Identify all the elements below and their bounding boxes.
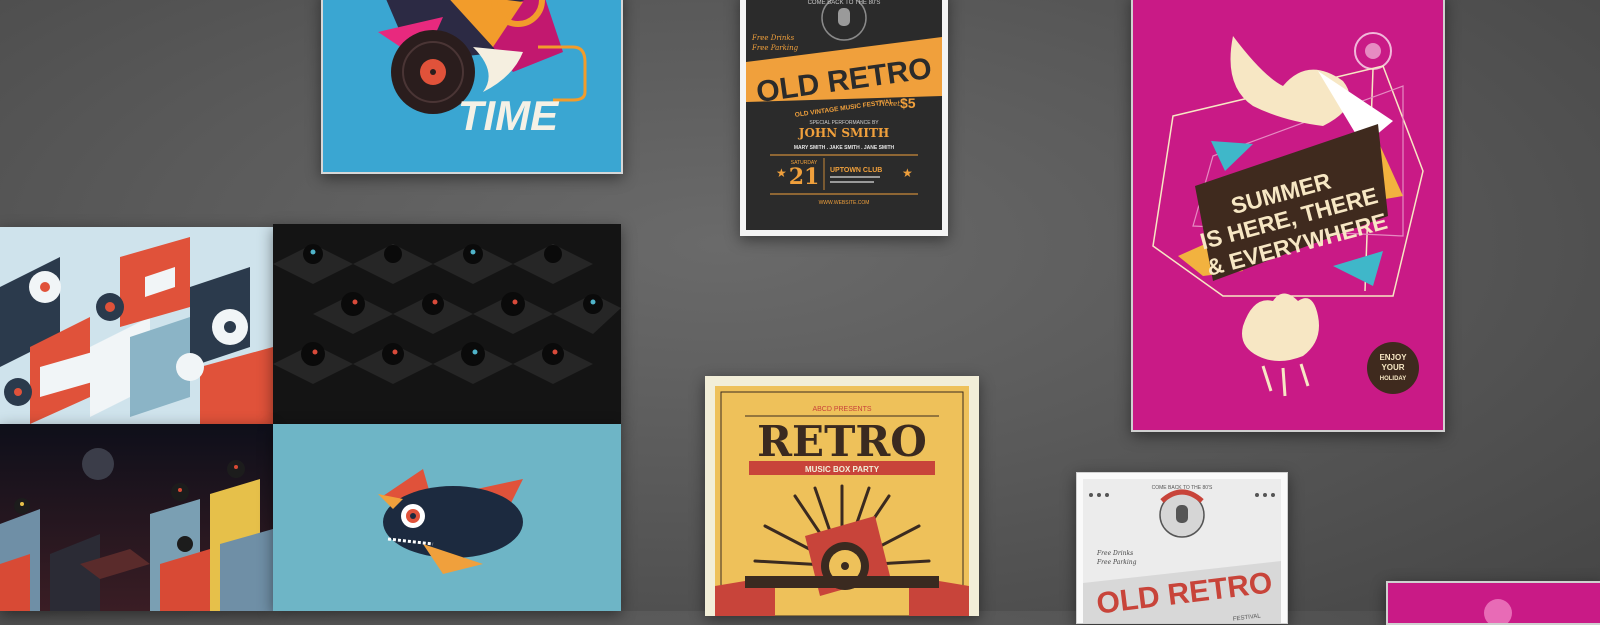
time-poster[interactable]: TIME xyxy=(321,0,623,174)
old-retro-poster-art: COME BACK TO THE 80'S Free Drinks Free P… xyxy=(746,0,942,230)
venue-text: UPTOWN CLUB xyxy=(830,167,882,174)
isometric-robots-dark[interactable] xyxy=(273,224,621,424)
flying-fish-art xyxy=(273,424,621,611)
presenter-text: ABCD PRESENTS xyxy=(812,406,871,413)
badge-line2: YOUR xyxy=(1381,363,1404,372)
night-cityscape-robots-art xyxy=(0,424,273,611)
retro-subtitle: MUSIC BOX PARTY xyxy=(805,465,880,474)
isometric-robots-dark-art xyxy=(273,224,621,424)
old-retro-arc-text: COME BACK TO THE 80'S xyxy=(808,0,881,6)
retro-title: RETRO xyxy=(757,417,927,466)
website-text: WWW.WEBSITE.COM xyxy=(819,200,870,206)
old-retro-poster-grey[interactable]: COME BACK TO THE 80'S Free Drinks Free P… xyxy=(1076,472,1288,624)
partial-magenta-card-art xyxy=(1388,583,1600,623)
time-poster-art: TIME xyxy=(323,0,621,172)
free-drinks-text: Free Drinks xyxy=(751,34,795,42)
grey-free-parking: Free Parking xyxy=(1096,559,1137,566)
headliner-name: JOHN SMITH xyxy=(798,126,889,140)
star-right-icon: ★ xyxy=(902,166,913,180)
grey-free-drinks: Free Drinks xyxy=(1096,550,1133,557)
summer-poster-art: SUMMER IS HERE, THERE & EVERYWHERE ENJOY… xyxy=(1133,0,1443,430)
ticket-price: $5 xyxy=(900,95,916,111)
support-acts: MARY SMITH . JAKE SMITH . JANE SMITH xyxy=(794,145,895,151)
isometric-robots-light[interactable] xyxy=(0,227,273,424)
partial-magenta-card[interactable] xyxy=(1386,581,1600,625)
badge-line3: HOLIDAY xyxy=(1380,376,1406,382)
night-cityscape-robots[interactable] xyxy=(0,424,273,611)
star-left-icon: ★ xyxy=(776,166,787,180)
date-number: 21 xyxy=(789,164,820,190)
old-retro-poster-grey-art: COME BACK TO THE 80'S Free Drinks Free P… xyxy=(1083,479,1281,623)
grey-arc-text: COME BACK TO THE 80'S xyxy=(1152,485,1213,491)
summer-poster[interactable]: SUMMER IS HERE, THERE & EVERYWHERE ENJOY… xyxy=(1131,0,1445,432)
retro-music-box-poster-art: ABCD PRESENTS RETRO MUSIC BOX PARTY xyxy=(715,386,969,616)
free-parking-text: Free Parking xyxy=(751,44,799,52)
badge-line1: ENJOY xyxy=(1379,353,1407,362)
time-headline: TIME xyxy=(458,92,560,139)
old-retro-poster[interactable]: COME BACK TO THE 80'S Free Drinks Free P… xyxy=(740,0,948,236)
isometric-robots-light-art xyxy=(0,227,273,424)
flying-fish-illustration[interactable] xyxy=(273,424,621,611)
retro-music-box-poster[interactable]: ABCD PRESENTS RETRO MUSIC BOX PARTY xyxy=(705,376,979,616)
ticket-label: Ticket xyxy=(878,100,900,108)
